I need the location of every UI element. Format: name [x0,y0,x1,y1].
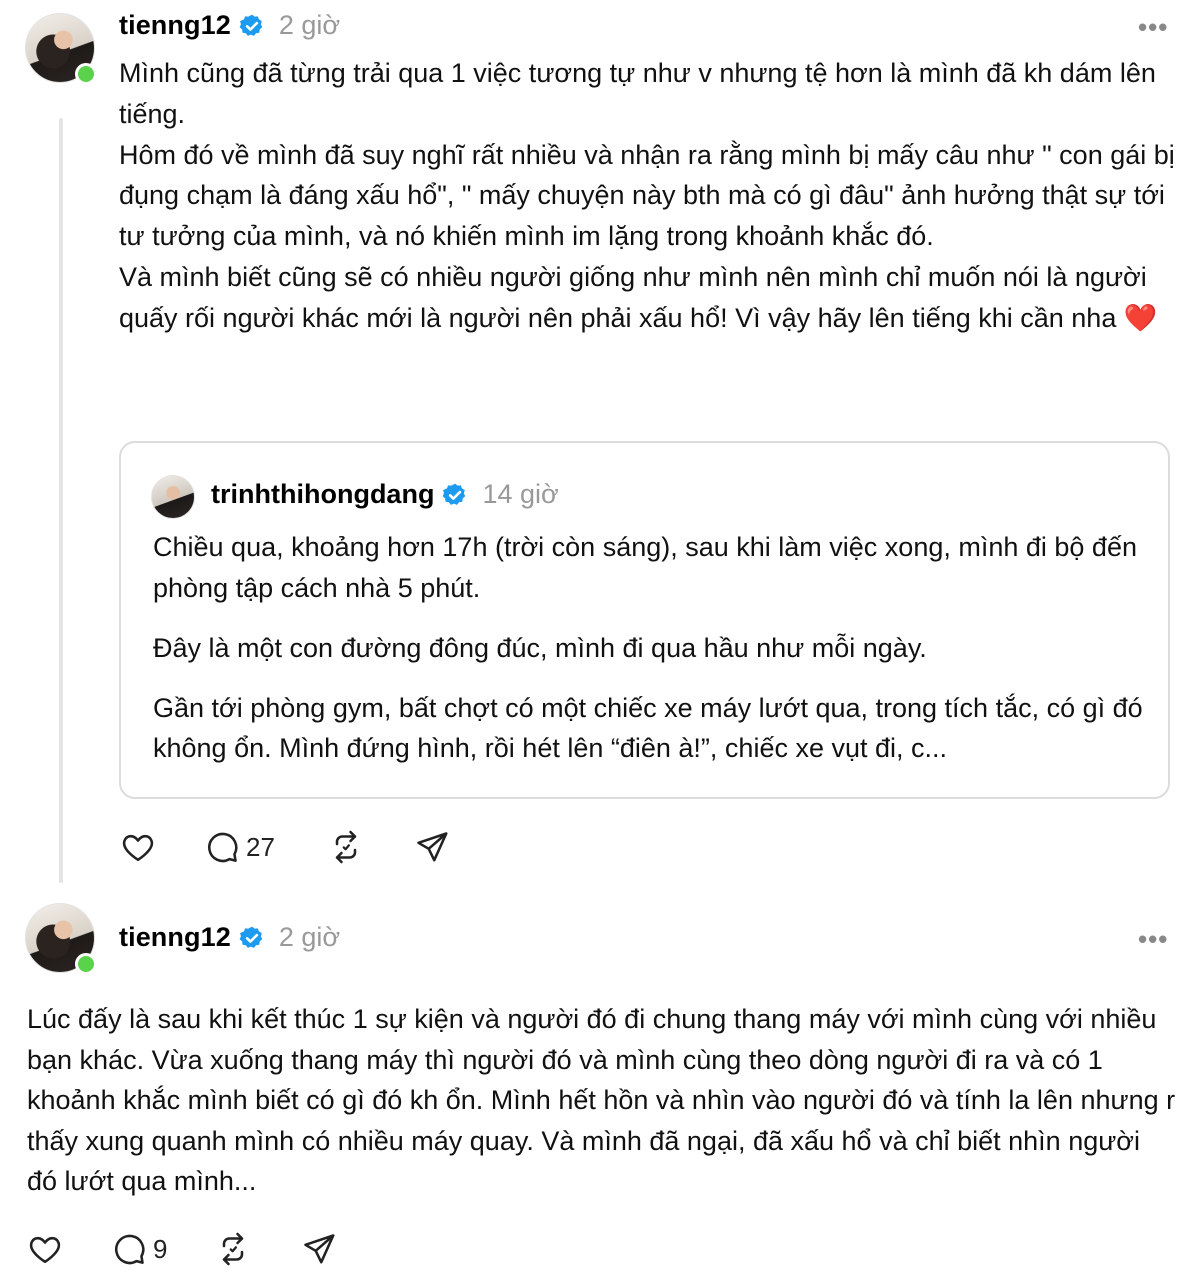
repost-button[interactable] [328,829,414,865]
post-actions: 9 [27,1231,337,1267]
heart-emoji: ❤️ [1123,302,1158,333]
quoted-body: Chiều qua, khoảng hơn 17h (trời còn sáng… [153,527,1153,788]
post-paragraph: Mình cũng đã từng trải qua 1 việc tương … [119,58,1156,129]
verified-icon [239,14,263,36]
comment-icon [115,1234,145,1265]
post-body: Mình cũng đã từng trải qua 1 việc tương … [119,53,1179,338]
more-icon[interactable]: ••• [1138,12,1168,43]
quoted-avatar[interactable] [151,475,195,519]
username[interactable]: tienng12 [119,10,231,41]
threads-feed: tienng12 2 giờ ••• Mình cũng đã từng trả… [0,0,1200,1279]
post-actions: 27 [120,829,450,865]
share-icon [417,832,448,862]
like-button[interactable] [27,1231,111,1267]
quoted-paragraph: Gần tới phòng gym, bất chợt có một chiếc… [153,692,1143,764]
post-paragraph-text: Và mình biết cũng sẽ có nhiều người giốn… [119,261,1147,333]
quoted-paragraph: Chiều qua, khoảng hơn 17h (trời còn sáng… [153,532,1137,603]
verified-icon [239,926,263,948]
reply-count: 27 [246,831,275,862]
repost-icon [335,830,357,864]
post-body: Lúc đấy là sau khi kết thúc 1 sự kiện và… [27,999,1177,1202]
reply-button[interactable]: 27 [204,829,328,865]
reply-count: 9 [153,1233,168,1264]
share-icon [304,1234,335,1264]
repost-icon [222,1232,244,1266]
quoted-paragraph: Đây là một con đường đông đúc, mình đi q… [153,632,927,663]
comment-icon [208,832,238,863]
verified-icon [443,483,466,505]
heart-icon [29,1236,61,1264]
avatar[interactable] [25,13,97,85]
heart-icon [122,834,154,862]
avatar[interactable] [25,903,97,975]
post-header: tienng12 2 giờ [119,922,340,953]
online-status-dot [75,63,97,85]
post-header: tienng12 2 giờ [119,10,340,41]
quoted-header: trinhthihongdang 14 giờ [211,479,559,510]
username[interactable]: tienng12 [119,922,231,953]
post-time: 2 giờ [278,922,341,952]
online-status-dot [75,953,97,975]
quoted-post[interactable]: trinhthihongdang 14 giờ Chiều qua, khoản… [119,441,1170,799]
like-button[interactable] [120,829,204,865]
reply-button[interactable]: 9 [111,1231,215,1267]
thread-connector-line [59,118,63,883]
post-paragraph: Và mình biết cũng sẽ có nhiều người giốn… [119,257,1179,338]
quoted-time: 14 giờ [482,479,559,509]
more-icon[interactable]: ••• [1138,924,1168,955]
quoted-username[interactable]: trinhthihongdang [211,479,434,510]
post-paragraph: Lúc đấy là sau khi kết thúc 1 sự kiện và… [27,1004,1176,1197]
post-time: 2 giờ [278,10,341,40]
share-button[interactable] [301,1231,337,1267]
repost-button[interactable] [215,1231,301,1267]
post-paragraph: Hôm đó về mình đã suy nghĩ rất nhiều và … [119,139,1175,251]
share-button[interactable] [414,829,450,865]
